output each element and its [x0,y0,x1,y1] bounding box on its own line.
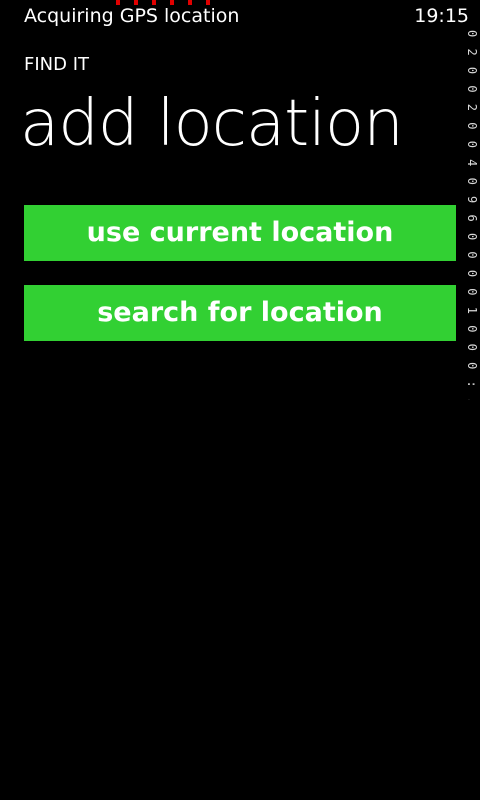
use-current-location-button[interactable]: use current location [24,205,456,261]
search-for-location-button[interactable]: search for location [24,285,456,341]
frame-rate-counter: 0 2 0 0 2 0 0 4 0 9 6 0 0 0 0 1 0 0 0 : … [464,30,480,400]
status-message: Acquiring GPS location [24,5,240,27]
frame-rate-counter-text: 0 2 0 0 2 0 0 4 0 9 6 0 0 0 0 1 0 0 0 : … [465,30,479,400]
app-title: FIND IT [24,54,90,75]
status-bar: Acquiring GPS location 19:15 [0,0,480,32]
page-title: add location [20,87,404,161]
status-time: 19:15 [414,5,469,27]
